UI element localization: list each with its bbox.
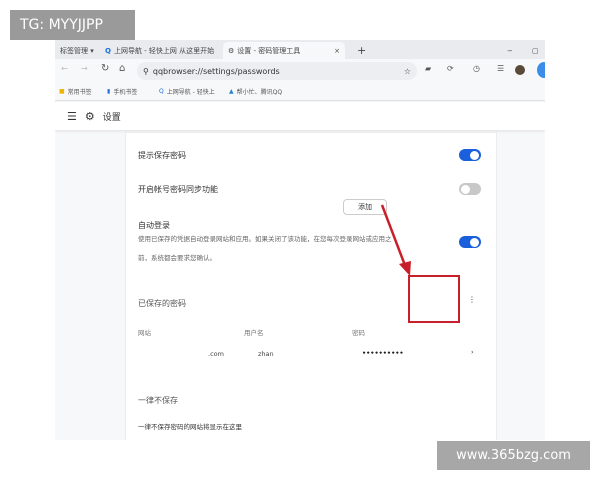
extension-icon[interactable]: ▰ [425,64,431,73]
qq-logo-icon: Q [105,46,111,55]
hamburger-icon[interactable]: ☰ [67,110,77,123]
sync-toggle[interactable] [459,183,481,195]
highlight-box [408,275,460,323]
close-tab-icon[interactable]: × [334,47,340,55]
bookmark-item[interactable]: ▲ 帮小忙、腾讯QQ [229,87,282,96]
bookmark-label: 帮小忙、腾讯QQ [236,89,283,96]
table-row[interactable]: .com zhan •••••••••• › [126,343,496,367]
site-watermark: www.365bzg.com [437,441,590,470]
bookmark-icon: ▮ [107,88,111,95]
prompt-save-toggle[interactable] [459,149,481,161]
column-header-password: 密码 [352,329,365,337]
history-icon[interactable]: ◷ [473,64,480,73]
bookmark-label: 上网导航 - 轻快上 [166,89,215,96]
bookmark-item[interactable]: ▮ 手机书签 [107,87,137,96]
qq-account-icon[interactable] [537,62,545,78]
tab-label: 上网导航 - 轻快上网 从这里开始 [113,46,215,55]
page-title: 设置 [102,112,121,123]
qq-logo-icon: Q [159,88,164,95]
home-icon[interactable]: ⌂ [119,63,125,74]
star-icon[interactable]: ☆ [404,67,411,76]
address-bar[interactable]: ⚲ qqbrowser://settings/passwords ☆ [137,62,417,80]
bookmark-label: 常用书签 [67,89,92,96]
never-save-title: 一律不保存 [138,396,178,405]
url-text: qqbrowser://settings/passwords [152,66,280,76]
red-arrow-annotation [380,204,411,276]
reload-icon[interactable]: ↻ [101,63,109,74]
column-header-site: 网站 [138,329,151,337]
gear-icon: ⚙ [228,46,235,55]
sync-label: 开启帐号密码同步功能 [138,185,218,194]
browser-window: 标签管理 ▾ Q 上网导航 - 轻快上网 从这里开始 ⚙ 设置 - 密码管理工具 × … [55,40,545,440]
bookmarks-bar: ■ 常用书签 ▮ 手机书签 Q 上网导航 - 轻快上 ▲ 帮小忙、腾讯QQ [55,83,545,101]
tab-label: 设置 - 密码管理工具 [237,46,301,55]
row-password: •••••••••• [362,349,404,357]
tg-watermark: TG: MYYJJPP [10,10,135,40]
never-save-empty-text: 一律不保存密码的网站将显示在这里 [138,423,242,431]
app-icon: ▲ [229,88,234,95]
row-site: .com [208,350,224,358]
search-icon: ⚲ [143,66,149,76]
bookmark-item[interactable]: Q 上网导航 - 轻快上 [159,87,215,96]
back-icon[interactable]: ← [61,64,68,73]
new-tab-button[interactable]: + [352,42,371,59]
maximize-button[interactable]: ▢ [527,42,544,59]
gear-icon: ⚙ [84,109,95,123]
minimize-button[interactable]: − [502,42,518,59]
tab-navigation[interactable]: Q 上网导航 - 轻快上网 从这里开始 [100,42,219,59]
menu-icon[interactable]: ☰ [497,64,504,73]
bookmark-manager-label: 标签管理 ▾ [60,46,94,55]
auto-login-toggle[interactable] [459,236,481,248]
toolbar: ← → ↻ ⌂ ⚲ qqbrowser://settings/passwords ☆… [55,59,545,83]
prompt-save-label: 提示保存密码 [138,151,186,160]
avatar[interactable] [515,65,525,75]
forward-icon[interactable]: → [81,64,88,73]
bookmark-label: 手机书签 [113,89,138,96]
more-icon[interactable]: ⋮ [468,295,476,304]
tab-settings[interactable]: ⚙ 设置 - 密码管理工具 × [223,42,345,59]
settings-header: ☰ ⚙ 设置 [55,102,545,130]
saved-passwords-title: 已保存的密码 [138,299,186,308]
tab-bar: 标签管理 ▾ Q 上网导航 - 轻快上网 从这里开始 ⚙ 设置 - 密码管理工具 × … [55,40,545,59]
bookmark-item[interactable]: ■ 常用书签 [59,87,92,96]
share-icon[interactable]: ⟳ [447,64,454,73]
chevron-right-icon[interactable]: › [471,348,474,356]
folder-icon: ■ [59,88,65,95]
column-header-username: 用户名 [244,329,264,337]
row-username: zhan [258,350,274,358]
bookmark-manager-button[interactable]: 标签管理 ▾ [55,42,99,59]
